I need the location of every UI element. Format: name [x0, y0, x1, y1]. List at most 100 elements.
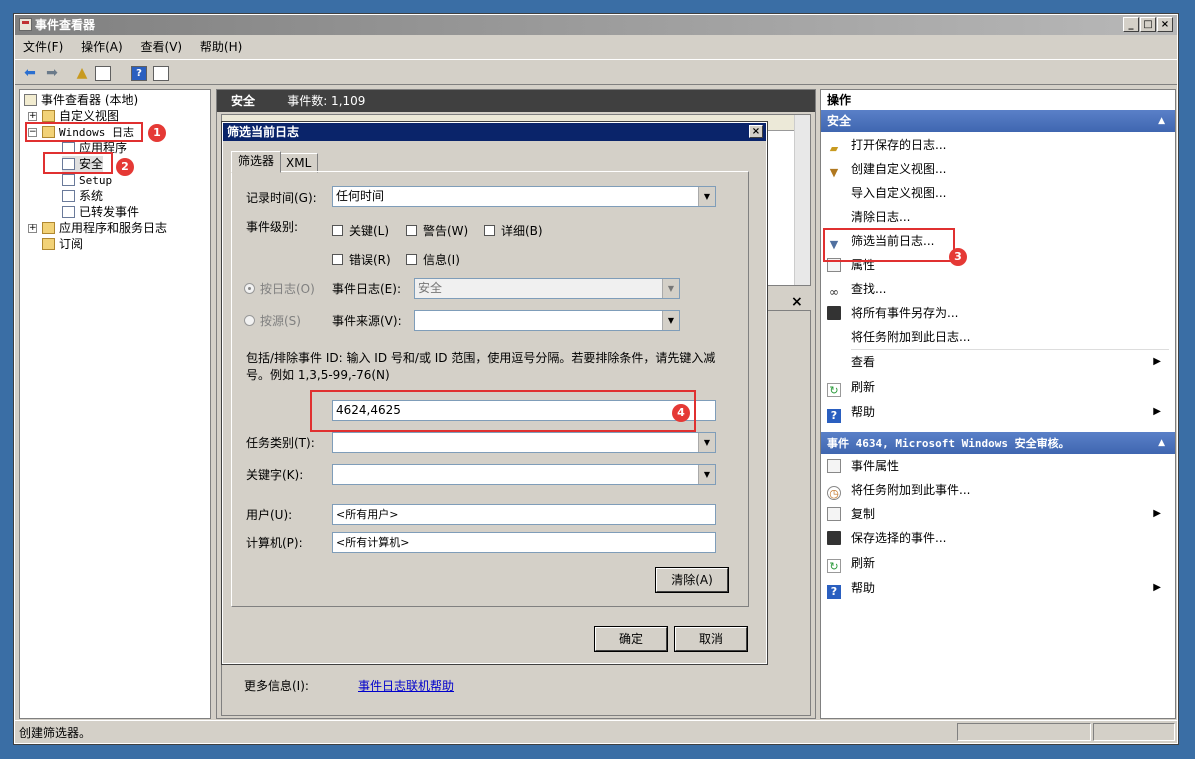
action-find[interactable]: ∞ 查找... [827, 279, 1167, 299]
help-icon[interactable]: ? [131, 66, 147, 81]
help-icon: ? [827, 585, 841, 599]
action-refresh-event[interactable]: ↻ 刷新 [827, 553, 1167, 573]
expand-icon[interactable]: + [28, 224, 37, 233]
tree-item-setup[interactable]: Setup [62, 172, 112, 188]
event-count: 事件数: 1,109 [287, 94, 366, 108]
close-detail-icon[interactable]: × [791, 294, 803, 310]
annotation-badge-4: 4 [672, 404, 690, 422]
binoculars-icon: ∞ [829, 285, 839, 299]
action-help-event[interactable]: ? 帮助 ▶ [827, 578, 1167, 599]
task-category-select[interactable]: ▼ [332, 432, 716, 453]
dropdown-arrow-icon[interactable]: ▼ [698, 433, 715, 452]
toolbar: ⬅ ➡ ▲ ? [15, 59, 1177, 85]
show-hide-action-pane-icon[interactable] [153, 66, 169, 81]
log-header: 安全 事件数: 1,109 [217, 90, 815, 112]
logged-select[interactable]: 任何时间 ▼ [332, 186, 716, 207]
level-warning-checkbox[interactable]: 警告(W) [406, 222, 468, 239]
radio-icon [244, 315, 255, 326]
by-source-radio[interactable]: 按源(S) [244, 312, 301, 329]
level-error-checkbox[interactable]: 错误(R) [332, 251, 391, 268]
close-button[interactable]: × [1157, 17, 1173, 32]
window-title: 事件查看器 [35, 18, 96, 32]
filter-panel: 记录时间(G): 任何时间 ▼ 事件级别: 关键(L) 警告(W) 详细(B) 错… [231, 171, 749, 607]
menu-view[interactable]: 查看(V) [141, 40, 183, 54]
event-sources-select[interactable]: ▼ [414, 310, 680, 331]
status-cell [1093, 723, 1175, 741]
action-open-saved-log[interactable]: ▰ 打开保存的日志... [827, 135, 1167, 155]
up-folder-icon[interactable]: ▲ [73, 64, 91, 82]
show-hide-tree-icon[interactable] [95, 66, 111, 81]
window-titlebar: 事件查看器 _ □ × [15, 15, 1177, 35]
maximize-button[interactable]: □ [1140, 17, 1156, 32]
action-attach-task-to-log[interactable]: 将任务附加到此日志... [827, 327, 1167, 347]
actions-pane: 操作 安全 ▲ ▰ 打开保存的日志... ▼ 创建自定义视图... 导入自定义视图..… [820, 89, 1176, 719]
actions-section-event[interactable]: 事件 4634, Microsoft Windows 安全审核。 ▲ [821, 432, 1175, 454]
action-event-properties[interactable]: 事件属性 [827, 456, 1167, 476]
minimize-button[interactable]: _ [1123, 17, 1139, 32]
menu-file[interactable]: 文件(F) [23, 40, 63, 54]
forward-arrow-icon[interactable]: ➡ [43, 64, 61, 82]
status-bar: 创建筛选器。 [15, 720, 1177, 742]
computer-input[interactable]: <所有计算机> [332, 532, 716, 553]
action-create-custom-view[interactable]: ▼ 创建自定义视图... [827, 159, 1167, 179]
event-list-scrollbar[interactable] [794, 115, 810, 285]
tree-item-app-services-logs[interactable]: 应用程序和服务日志 [42, 220, 167, 236]
checkbox-icon [406, 254, 417, 265]
log-icon [62, 174, 75, 186]
action-save-all-events[interactable]: 将所有事件另存为... [827, 303, 1167, 323]
user-input[interactable]: <所有用户> [332, 504, 716, 525]
action-import-custom-view[interactable]: 导入自定义视图... [827, 183, 1167, 203]
level-verbose-checkbox[interactable]: 详细(B) [484, 222, 543, 239]
level-critical-checkbox[interactable]: 关键(L) [332, 222, 389, 239]
ok-button[interactable]: 确定 [594, 626, 668, 652]
dropdown-arrow-icon[interactable]: ▼ [698, 187, 715, 206]
dropdown-arrow-icon[interactable]: ▼ [662, 311, 679, 330]
action-clear-log[interactable]: 清除日志... [827, 207, 1167, 227]
save-disk-icon [827, 531, 841, 545]
log-icon [62, 206, 75, 218]
save-disk-icon [827, 306, 841, 320]
action-save-selected-events[interactable]: 保存选择的事件... [827, 528, 1167, 548]
action-copy[interactable]: 复制 ▶ [827, 504, 1167, 524]
cancel-button[interactable]: 取消 [674, 626, 748, 652]
more-info-label: 更多信息(I): [244, 679, 309, 693]
submenu-arrow-icon: ▶ [1153, 406, 1161, 417]
action-view[interactable]: 查看 ▶ [827, 352, 1167, 372]
event-logs-select[interactable]: 安全 ▼ [414, 278, 680, 299]
back-arrow-icon[interactable]: ⬅ [21, 64, 39, 82]
dialog-close-button[interactable]: × [749, 125, 763, 138]
keywords-select[interactable]: ▼ [332, 464, 716, 485]
filter-current-log-dialog: 筛选当前日志 × 筛选器 XML 记录时间(G): 任何时间 ▼ 事件级别: 关键… [221, 121, 768, 665]
log-icon [62, 190, 75, 202]
collapse-caret-icon[interactable]: ▲ [1158, 110, 1165, 132]
dropdown-arrow-icon[interactable]: ▼ [698, 465, 715, 484]
filter-icon: ▼ [829, 166, 839, 179]
tree-item-root[interactable]: 事件查看器 (本地) [24, 92, 138, 108]
actions-section-security[interactable]: 安全 ▲ [821, 110, 1175, 132]
action-help[interactable]: ? 帮助 ▶ [827, 402, 1167, 423]
keywords-label: 关键字(K): [246, 468, 304, 482]
collapse-caret-icon[interactable]: ▲ [1158, 432, 1165, 454]
logged-label: 记录时间(G): [246, 191, 317, 205]
dialog-titlebar: 筛选当前日志 × [223, 123, 766, 141]
tab-filter[interactable]: 筛选器 [231, 151, 282, 173]
properties-icon [827, 459, 841, 473]
tree-item-subscriptions[interactable]: 订阅 [42, 236, 83, 252]
dropdown-arrow-icon[interactable]: ▼ [662, 279, 679, 298]
menu-help[interactable]: 帮助(H) [200, 40, 242, 54]
more-info-link[interactable]: 事件日志联机帮助 [358, 677, 454, 694]
by-log-radio[interactable]: 按日志(O) [244, 280, 315, 297]
folder-icon [42, 110, 55, 122]
menu-action[interactable]: 操作(A) [81, 40, 123, 54]
open-folder-icon: ▰ [829, 142, 839, 155]
clear-button[interactable]: 清除(A) [655, 567, 729, 593]
tree-item-system[interactable]: 系统 [62, 188, 103, 204]
action-attach-task-to-event[interactable]: ◷ 将任务附加到此事件... [827, 480, 1167, 500]
tab-xml[interactable]: XML [279, 153, 319, 173]
level-info-checkbox[interactable]: 信息(I) [406, 251, 460, 268]
tree-item-forwarded-events[interactable]: 已转发事件 [62, 204, 139, 220]
status-text: 创建筛选器。 [19, 726, 92, 740]
expand-icon[interactable]: + [28, 112, 37, 121]
action-refresh[interactable]: ↻ 刷新 [827, 377, 1167, 397]
computer-label: 计算机(P): [246, 536, 303, 550]
